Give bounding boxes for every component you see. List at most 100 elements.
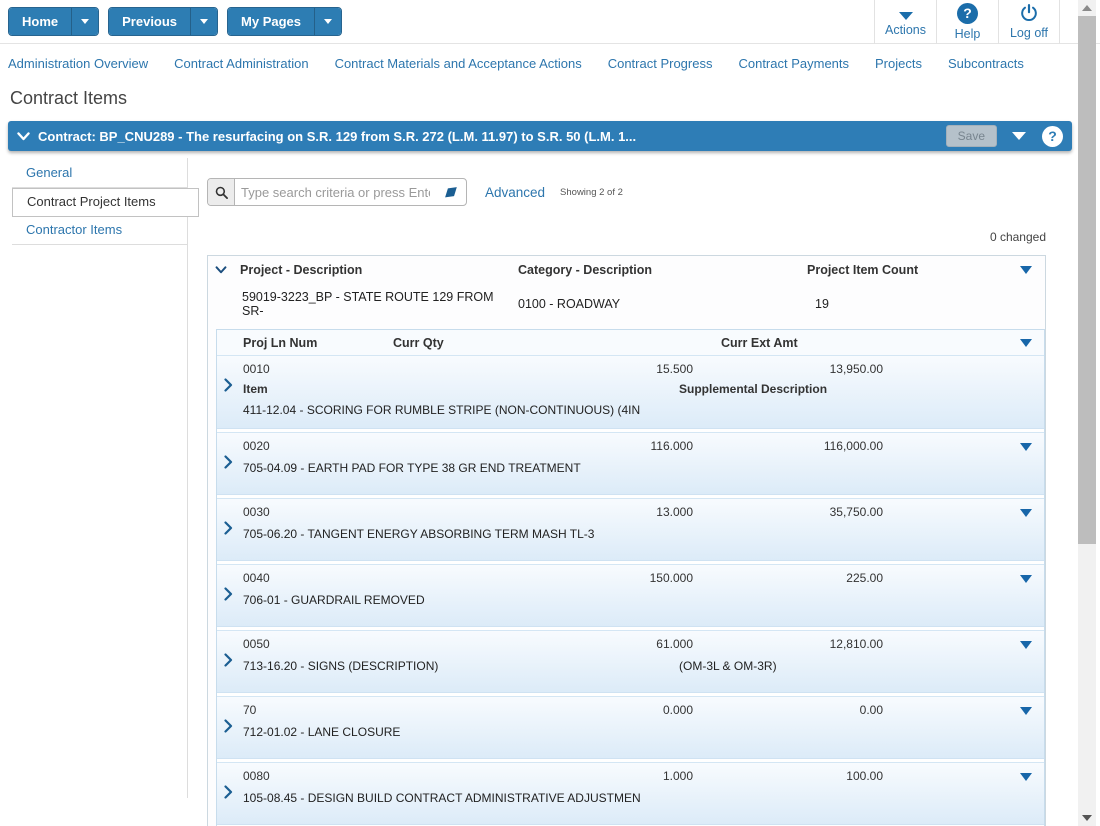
curr-qty: 13.000 (393, 504, 693, 521)
previous-button[interactable]: Previous (108, 7, 218, 36)
row-menu[interactable] (1008, 504, 1044, 521)
table-row[interactable]: 0010 15.500 13,950.00 Item Supplemental … (217, 355, 1044, 429)
my-pages-dropdown[interactable] (314, 8, 341, 35)
actions-button[interactable]: Actions (874, 0, 936, 44)
col-project-description[interactable]: Project - Description (234, 263, 512, 277)
dropdown-triangle-icon (1020, 707, 1032, 715)
proj-ln-num: 0080 (243, 768, 393, 785)
nav-contract-administration[interactable]: Contract Administration (174, 56, 308, 71)
sidebar: General Contract Project Items Contracto… (0, 158, 188, 798)
item-description: 713-16.20 - SIGNS (DESCRIPTION) (243, 659, 438, 673)
proj-ln-num: 0040 (243, 570, 393, 587)
contract-header-bar[interactable]: Contract: BP_CNU289 - The resurfacing on… (8, 121, 1072, 151)
project-items-panel: Project - Description Category - Descrip… (207, 255, 1046, 826)
home-button[interactable]: Home (8, 7, 99, 36)
previous-dropdown[interactable] (190, 8, 217, 35)
collapse-chevron-icon[interactable] (17, 132, 30, 141)
sidebar-item-contract-project-items[interactable]: Contract Project Items (12, 188, 199, 217)
item-description: 705-04.09 - EARTH PAD FOR TYPE 38 GR END… (243, 461, 581, 475)
top-right-cluster: Actions ? Help Log off (874, 0, 1060, 44)
sidebar-item-general[interactable]: General (12, 160, 187, 188)
row-menu[interactable] (1008, 768, 1044, 785)
eraser-icon[interactable] (436, 179, 466, 205)
table-row[interactable]: 0040 150.000 225.00 706-01 - GUARDRAIL R… (217, 564, 1044, 627)
curr-ext-amt: 116,000.00 (693, 438, 883, 455)
table-row[interactable]: 0080 1.000 100.00 105-08.45 - DESIGN BUI… (217, 762, 1044, 825)
item-description: 705-06.20 - TANGENT ENERGY ABSORBING TER… (243, 527, 594, 541)
logoff-button[interactable]: Log off (998, 0, 1060, 44)
project-header-row: Project - Description Category - Descrip… (208, 256, 1045, 283)
curr-qty: 150.000 (393, 570, 693, 587)
search-row: Advanced Showing 2 of 2 (207, 178, 1046, 206)
row-menu[interactable] (1008, 702, 1044, 719)
curr-ext-amt: 0.00 (693, 702, 883, 719)
advanced-link[interactable]: Advanced (485, 185, 545, 200)
dropdown-triangle-icon (1020, 266, 1032, 274)
scroll-down-icon[interactable] (1082, 815, 1092, 821)
nav-projects[interactable]: Projects (875, 56, 922, 71)
curr-qty: 0.000 (393, 702, 693, 719)
items-header-row: Proj Ln Num Curr Qty Curr Ext Amt (217, 330, 1044, 355)
col-curr-ext-amt[interactable]: Curr Ext Amt (693, 336, 883, 350)
nav-subcontracts[interactable]: Subcontracts (948, 56, 1024, 71)
items-header-menu[interactable] (1008, 336, 1044, 350)
nav-contract-payments[interactable]: Contract Payments (738, 56, 849, 71)
dropdown-triangle-icon (1020, 575, 1032, 583)
scroll-up-icon[interactable] (1082, 5, 1092, 11)
row-menu[interactable] (1008, 636, 1044, 653)
curr-ext-amt: 35,750.00 (693, 504, 883, 521)
table-row[interactable]: 0030 13.000 35,750.00 705-06.20 - TANGEN… (217, 498, 1044, 561)
project-value: 59019-3223_BP - STATE ROUTE 129 FROM SR- (234, 290, 512, 318)
contract-help-icon[interactable]: ? (1042, 126, 1063, 147)
dropdown-triangle-icon (1020, 443, 1032, 451)
my-pages-button[interactable]: My Pages (227, 7, 342, 36)
table-row[interactable]: 0020 116.000 116,000.00 705-04.09 - EART… (217, 432, 1044, 495)
result-count: Showing 2 of 2 (560, 187, 623, 198)
page-title: Contract Items (0, 82, 1100, 121)
col-category-description[interactable]: Category - Description (512, 263, 801, 277)
proj-ln-num: 0020 (243, 438, 393, 455)
curr-ext-amt: 13,950.00 (693, 361, 883, 378)
my-pages-button-label[interactable]: My Pages (228, 8, 314, 35)
nav-contract-progress[interactable]: Contract Progress (608, 56, 713, 71)
vertical-scrollbar[interactable] (1078, 0, 1096, 826)
project-collapse-chevron-icon[interactable] (215, 266, 227, 274)
item-description: 105-08.45 - DESIGN BUILD CONTRACT ADMINI… (243, 791, 641, 805)
row-menu[interactable] (1008, 438, 1044, 455)
help-button[interactable]: ? Help (936, 0, 998, 44)
dropdown-triangle-icon (1020, 339, 1032, 347)
table-row[interactable]: 70 0.000 0.00 712-01.02 - LANE CLOSURE (217, 696, 1044, 759)
supplemental-description: (OM-3L & OM-3R) (679, 659, 777, 674)
home-button-label[interactable]: Home (9, 8, 71, 35)
item-description: 706-01 - GUARDRAIL REMOVED (243, 593, 425, 607)
scrollbar-thumb[interactable] (1078, 16, 1096, 544)
dropdown-triangle-icon (1020, 773, 1032, 781)
nav-contract-materials[interactable]: Contract Materials and Acceptance Action… (335, 56, 582, 71)
curr-qty: 1.000 (393, 768, 693, 785)
search-input[interactable] (235, 179, 436, 205)
row-menu[interactable] (1008, 570, 1044, 587)
project-row-menu[interactable] (1007, 266, 1045, 274)
previous-button-label[interactable]: Previous (109, 8, 190, 35)
sidebar-item-contractor-items[interactable]: Contractor Items (12, 217, 187, 245)
col-proj-ln-num[interactable]: Proj Ln Num (243, 336, 393, 350)
nav-links: Administration Overview Contract Adminis… (0, 44, 1100, 82)
col-project-item-count[interactable]: Project Item Count (801, 263, 1007, 277)
home-dropdown[interactable] (71, 8, 98, 35)
save-button[interactable]: Save (946, 125, 997, 147)
help-label: Help (955, 27, 981, 41)
nav-administration-overview[interactable]: Administration Overview (8, 56, 148, 71)
curr-qty: 61.000 (393, 636, 693, 653)
proj-ln-num: 0030 (243, 504, 393, 521)
project-value-row[interactable]: 59019-3223_BP - STATE ROUTE 129 FROM SR-… (208, 283, 1045, 327)
changed-counter: 0 changed (207, 230, 1046, 244)
curr-ext-amt: 225.00 (693, 570, 883, 587)
item-count-value: 19 (801, 297, 1007, 311)
chevron-down-icon (200, 19, 208, 24)
col-curr-qty[interactable]: Curr Qty (393, 336, 693, 350)
bar-dropdown-icon[interactable] (1012, 132, 1026, 140)
content-area: Advanced Showing 2 of 2 0 changed Projec… (188, 158, 1100, 826)
item-field-label: Item (243, 382, 268, 396)
proj-ln-num: 70 (243, 702, 393, 719)
table-row[interactable]: 0050 61.000 12,810.00 713-16.20 - SIGNS … (217, 630, 1044, 693)
